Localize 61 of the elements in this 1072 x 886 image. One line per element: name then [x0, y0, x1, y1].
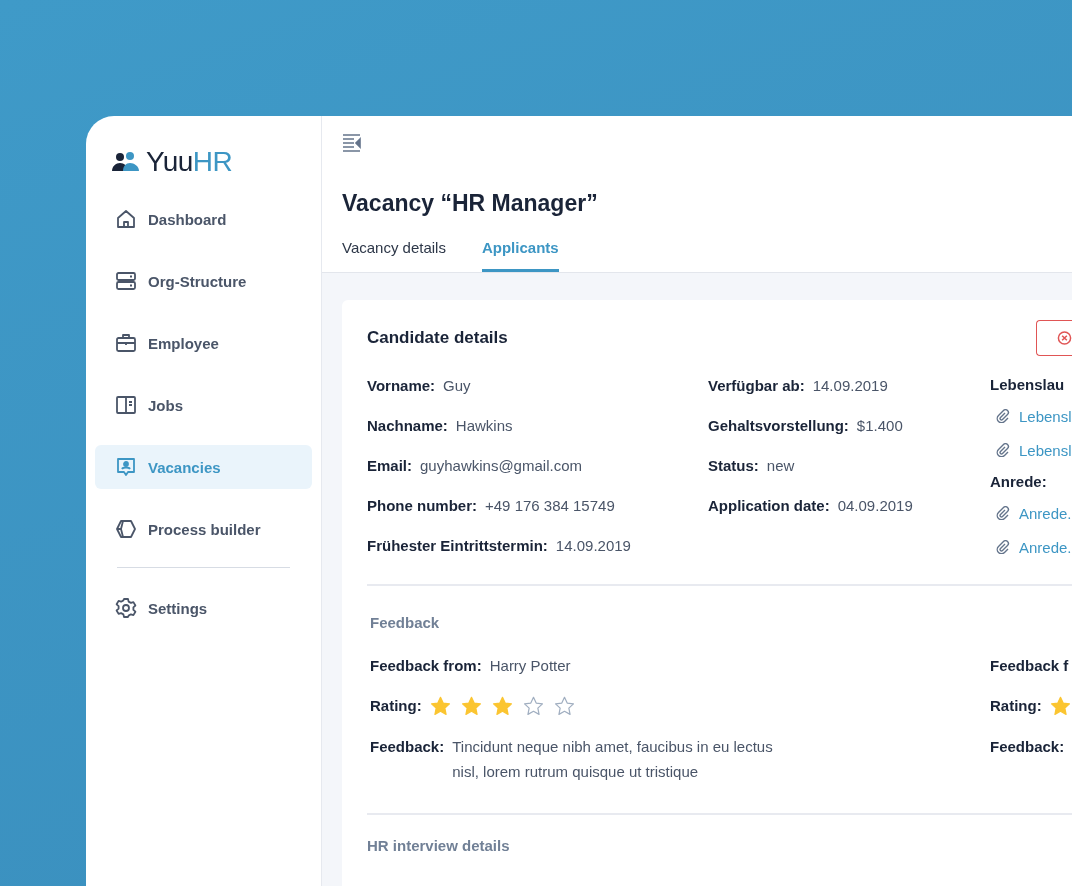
star-icon	[429, 696, 451, 716]
nav-item[interactable]: Process builder	[95, 507, 312, 551]
field-label: Phone number:	[367, 496, 477, 515]
briefcase-icon	[115, 332, 137, 354]
field-value: +49 176 384 15749	[485, 496, 615, 515]
field-label: Feedback f	[990, 656, 1069, 675]
field-value: Guy	[443, 376, 471, 395]
star-icon	[491, 696, 513, 716]
page-title: Vacancy “HR Manager”	[342, 190, 599, 217]
field-value: Hawkins	[455, 416, 513, 435]
field-label: Vorname:	[367, 376, 436, 395]
close-icon	[1057, 330, 1072, 346]
field-label: Status:	[708, 456, 759, 475]
field-label: Feedback from:	[370, 656, 482, 675]
field-label: Gehaltsvorstellung:	[708, 416, 849, 435]
house-icon	[115, 208, 137, 230]
collapse-menu-icon[interactable]	[342, 132, 362, 152]
section-title: HR interview details	[367, 837, 511, 854]
person-icon	[115, 456, 137, 478]
section-title: Feedback	[370, 614, 441, 631]
star-icon	[553, 696, 575, 716]
settings-icon	[115, 597, 137, 619]
brand-logo-text: YuuHR	[146, 146, 233, 178]
feedback-text: Tincidunt neque nibh amet, faucibus in eu lectus nisl, lorem rutrum quisque ut tristique	[452, 737, 774, 782]
field-label: Rating:	[370, 696, 422, 715]
nav-item[interactable]: Jobs	[95, 383, 312, 427]
star-icon	[1049, 696, 1071, 716]
hexagon-icon	[115, 518, 137, 540]
server-icon	[115, 270, 137, 292]
paperclip-icon	[996, 506, 1010, 520]
field-value: guyhawkins@gmail.com	[420, 456, 582, 475]
star-icon	[522, 696, 544, 716]
nav-item[interactable]: Settings	[95, 586, 312, 630]
field-label: Feedback:	[370, 737, 445, 756]
field-value: 04.09.2019	[837, 496, 913, 515]
star-icon	[460, 696, 482, 716]
field-label: Feedback:	[990, 737, 1065, 756]
field-value: 14.09.2019	[812, 376, 888, 395]
nav-item[interactable]: Org-Structure	[95, 259, 312, 303]
field-label: Verfügbar ab:	[708, 376, 805, 395]
field-value: $1.400	[856, 416, 903, 435]
field-label: Rating:	[990, 696, 1042, 715]
tab[interactable]: Vacancy details	[342, 239, 446, 272]
field-label: Frühester Eintrittstermin:	[367, 536, 548, 555]
nav-item[interactable]: Employee	[95, 321, 312, 365]
reject-button[interactable]	[1036, 320, 1072, 356]
field-label: Anrede:	[990, 473, 1048, 490]
field-value: new	[766, 456, 795, 475]
nav-item[interactable]: Dashboard	[95, 197, 312, 241]
field-label: Lebenslau	[990, 376, 1066, 393]
people-icon	[111, 152, 141, 172]
paperclip-icon	[996, 409, 1010, 423]
field-label: Nachname:	[367, 416, 448, 435]
field-label: Application date:	[708, 496, 830, 515]
field-label: Email:	[367, 456, 412, 475]
paperclip-icon	[996, 540, 1010, 554]
field-value: Harry Potter	[489, 656, 571, 675]
book-icon	[115, 394, 137, 416]
paperclip-icon	[996, 443, 1010, 457]
field-value: 14.09.2019	[555, 536, 631, 555]
section-title: Candidate details	[367, 328, 508, 348]
